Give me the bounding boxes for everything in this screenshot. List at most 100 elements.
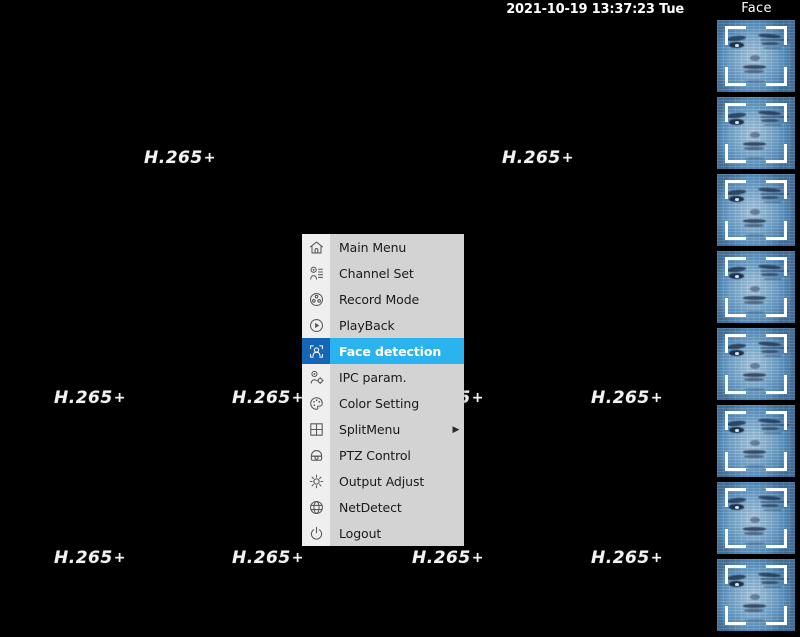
- menu-item-playback[interactable]: PlayBack: [302, 312, 464, 338]
- face-bracket-icon: [766, 565, 787, 584]
- codec-watermark-plus: +: [113, 390, 126, 406]
- codec-watermark: H.265+: [412, 548, 484, 568]
- face-bracket-icon: [766, 606, 787, 625]
- menu-item-label: Logout: [339, 525, 382, 541]
- home-icon: [302, 234, 330, 260]
- codec-watermark-text: H.265: [502, 148, 561, 168]
- ipc-param-icon: [302, 364, 330, 390]
- face-bracket-icon: [725, 565, 746, 584]
- menu-item-label: IPC param.: [339, 369, 407, 385]
- face-thumbnail[interactable]: [717, 97, 795, 169]
- osd-datetime: 2021-10-19 13:37:23 Tue: [506, 2, 684, 17]
- face-feature: [742, 527, 767, 531]
- face-feature: [749, 516, 760, 524]
- face-bracket-icon: [725, 452, 746, 471]
- face-feature: [742, 65, 767, 69]
- face-bracket-icon: [725, 221, 746, 240]
- menu-item-label: NetDetect: [339, 499, 402, 515]
- menu-item-color-setting[interactable]: Color Setting: [302, 390, 464, 416]
- face-data-line: [763, 278, 781, 280]
- face-bracket-icon: [725, 298, 746, 317]
- menu-item-label: Face detection: [339, 343, 442, 359]
- face-capture-panel: Face: [713, 0, 800, 637]
- codec-watermark-plus: +: [471, 390, 484, 406]
- codec-watermark-plus: +: [291, 550, 304, 566]
- face-panel-title: Face: [741, 1, 772, 16]
- face-bracket-icon: [766, 411, 787, 430]
- submenu-arrow-icon: ▶: [452, 423, 460, 434]
- codec-watermark-text: H.265: [232, 548, 291, 568]
- codec-watermark-text: H.265: [412, 548, 471, 568]
- menu-item-face-detection[interactable]: Face detection: [302, 338, 464, 364]
- face-thumbnail[interactable]: [717, 482, 795, 554]
- menu-item-record-mode[interactable]: Record Mode: [302, 286, 464, 312]
- face-thumbnail[interactable]: [717, 405, 795, 477]
- face-feature: [745, 541, 766, 545]
- face-feature: [742, 604, 767, 608]
- codec-watermark-text: H.265: [144, 148, 203, 168]
- face-bracket-icon: [766, 375, 787, 394]
- face-bracket-icon: [766, 144, 787, 163]
- face-thumbnail[interactable]: [717, 20, 795, 92]
- face-feature: [745, 387, 766, 391]
- face-bracket-icon: [725, 488, 746, 507]
- face-feature: [745, 618, 766, 622]
- menu-item-label: SplitMenu: [339, 421, 401, 437]
- codec-watermark: H.265+: [591, 548, 663, 568]
- codec-watermark: H.265+: [144, 148, 216, 168]
- codec-watermark: H.265+: [232, 388, 304, 408]
- face-feature: [742, 450, 767, 454]
- face-feature: [749, 285, 760, 293]
- face-data-line: [763, 47, 781, 49]
- face-bracket-icon: [725, 529, 746, 548]
- face-feature: [742, 373, 767, 377]
- face-bracket-icon: [725, 180, 746, 199]
- menu-item-label: Record Mode: [339, 291, 420, 307]
- face-thumbnail[interactable]: [717, 559, 795, 631]
- menu-item-ipc-param[interactable]: IPC param.: [302, 364, 464, 390]
- codec-watermark-text: H.265: [591, 388, 650, 408]
- face-thumbnail[interactable]: [717, 251, 795, 323]
- menu-item-label: Color Setting: [339, 395, 420, 411]
- codec-watermark-text: H.265: [591, 548, 650, 568]
- codec-watermark-text: H.265: [54, 548, 113, 568]
- face-bracket-icon: [766, 334, 787, 353]
- face-bracket-icon: [725, 144, 746, 163]
- face-data-line: [763, 509, 781, 511]
- ptz-control-icon: [302, 442, 330, 468]
- face-feature: [749, 439, 760, 447]
- menu-item-label: PTZ Control: [339, 447, 411, 463]
- codec-watermark: H.265+: [502, 148, 574, 168]
- face-feature: [749, 131, 760, 139]
- face-thumbnail-list[interactable]: [717, 20, 797, 636]
- menu-item-list[interactable]: Main Menu Channel Set Record Mode PlayBack F…: [302, 234, 464, 546]
- menu-item-ptz-control[interactable]: PTZ Control: [302, 442, 464, 468]
- menu-item-logout[interactable]: Logout: [302, 520, 464, 546]
- record-mode-icon: [302, 286, 330, 312]
- right-click-context-menu[interactable]: Main Menu Channel Set Record Mode PlayBack F…: [302, 234, 464, 546]
- face-feature: [749, 208, 760, 216]
- face-thumbnail[interactable]: [717, 174, 795, 246]
- codec-watermark: H.265+: [232, 548, 304, 568]
- face-thumbnail[interactable]: [717, 328, 795, 400]
- face-bracket-icon: [725, 375, 746, 394]
- menu-item-channel-set[interactable]: Channel Set: [302, 260, 464, 286]
- face-data-line: [763, 432, 781, 434]
- face-bracket-icon: [766, 529, 787, 548]
- menu-item-output-adjust[interactable]: Output Adjust: [302, 468, 464, 494]
- face-feature: [749, 362, 760, 370]
- codec-watermark-text: H.265: [54, 388, 113, 408]
- face-data-line: [763, 586, 781, 588]
- codec-watermark: H.265+: [591, 388, 663, 408]
- menu-item-label: Output Adjust: [339, 473, 425, 489]
- menu-item-main-menu[interactable]: Main Menu: [302, 234, 464, 260]
- menu-item-splitmenu[interactable]: SplitMenu ▶: [302, 416, 464, 442]
- face-feature: [745, 464, 766, 468]
- menu-item-label: Channel Set: [339, 265, 414, 281]
- face-feature: [742, 219, 767, 223]
- menu-item-netdetect[interactable]: NetDetect: [302, 494, 464, 520]
- face-bracket-icon: [725, 334, 746, 353]
- face-feature: [745, 233, 766, 237]
- face-data-line: [763, 355, 781, 357]
- face-bracket-icon: [725, 26, 746, 45]
